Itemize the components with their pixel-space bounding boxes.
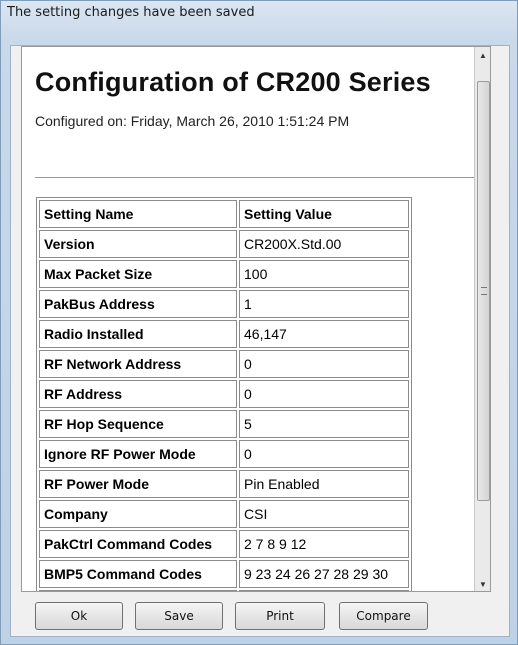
table-row: RF Hop Sequence 5: [39, 410, 409, 438]
table-row: Version CR200X.Std.00: [39, 230, 409, 258]
setting-name-cell: Version: [39, 230, 237, 258]
compare-button[interactable]: Compare: [339, 602, 428, 630]
setting-value-cell: CSI: [239, 500, 409, 528]
grip-icon: [481, 287, 487, 295]
table-header-row: Setting Name Setting Value: [39, 200, 409, 228]
setting-name-cell: Model Number: [39, 590, 237, 591]
table-row: Model NumberCR2xx: [39, 590, 409, 591]
window-title: The setting changes have been saved: [7, 5, 255, 20]
setting-name-cell: PakBus Address: [39, 290, 237, 318]
setting-name-cell: Max Packet Size: [39, 260, 237, 288]
setting-name-cell: Radio Installed: [39, 320, 237, 348]
setting-value-cell: 100: [239, 260, 409, 288]
vertical-scrollbar[interactable]: ▲ ▼: [474, 47, 490, 591]
setting-name-cell: BMP5 Command Codes: [39, 560, 237, 588]
title-bar[interactable]: The setting changes have been saved: [1, 1, 517, 31]
setting-name-cell: PakCtrl Command Codes: [39, 530, 237, 558]
setting-name-cell: RF Network Address: [39, 350, 237, 378]
scroll-up-icon[interactable]: ▲: [475, 47, 490, 64]
setting-name-cell: RF Power Mode: [39, 470, 237, 498]
setting-value-cell: CR2xx: [239, 590, 409, 591]
print-button[interactable]: Print: [235, 602, 325, 630]
scrollbar-thumb[interactable]: [477, 81, 490, 501]
column-header-setting-value: Setting Value: [239, 200, 409, 228]
setting-value-cell: 46,147: [239, 320, 409, 348]
column-header-setting-name: Setting Name: [39, 200, 237, 228]
ok-button[interactable]: Ok: [35, 602, 123, 630]
table-row: RF Network Address 0: [39, 350, 409, 378]
table-row: Company CSI: [39, 500, 409, 528]
setting-value-cell: 0: [239, 350, 409, 378]
report-content: Configuration of CR200 Series Configured…: [35, 67, 490, 129]
setting-value-cell: 1: [239, 290, 409, 318]
table-row: Ignore RF Power Mode 0: [39, 440, 409, 468]
setting-value-cell: 0: [239, 440, 409, 468]
setting-value-cell: 2 7 8 9 12: [239, 530, 409, 558]
setting-value-cell: CR200X.Std.00: [239, 230, 409, 258]
dialog-window: The setting changes have been saved Conf…: [0, 0, 518, 645]
setting-value-cell: 5: [239, 410, 409, 438]
setting-name-cell: RF Hop Sequence: [39, 410, 237, 438]
setting-name-cell: Ignore RF Power Mode: [39, 440, 237, 468]
table-row: RF Address 0: [39, 380, 409, 408]
configured-on-text: Configured on: Friday, March 26, 2010 1:…: [35, 113, 350, 129]
table-row: RF Power Mode Pin Enabled: [39, 470, 409, 498]
scroll-down-icon[interactable]: ▼: [475, 576, 490, 591]
setting-value-cell: Pin Enabled: [239, 470, 409, 498]
save-button[interactable]: Save: [135, 602, 223, 630]
report-view[interactable]: Configuration of CR200 Series Configured…: [21, 46, 491, 592]
settings-table: Setting Name Setting Value Version CR200X…: [36, 197, 412, 591]
setting-value-cell: 0: [239, 380, 409, 408]
table-row: Max Packet Size 100: [39, 260, 409, 288]
divider: [35, 177, 477, 178]
setting-name-cell: RF Address: [39, 380, 237, 408]
setting-value-cell: 9 23 24 26 27 28 29 30: [239, 560, 409, 588]
setting-name-cell: Company: [39, 500, 237, 528]
table-row: BMP5 Command Codes 9 23 24 26 27 28 29 30: [39, 560, 409, 588]
table-row: PakBus Address 1: [39, 290, 409, 318]
dialog-client-area: Configuration of CR200 Series Configured…: [10, 45, 510, 637]
table-row: Radio Installed 46,147: [39, 320, 409, 348]
table-row: PakCtrl Command Codes 2 7 8 9 12: [39, 530, 409, 558]
report-heading: Configuration of CR200 Series: [35, 67, 431, 97]
